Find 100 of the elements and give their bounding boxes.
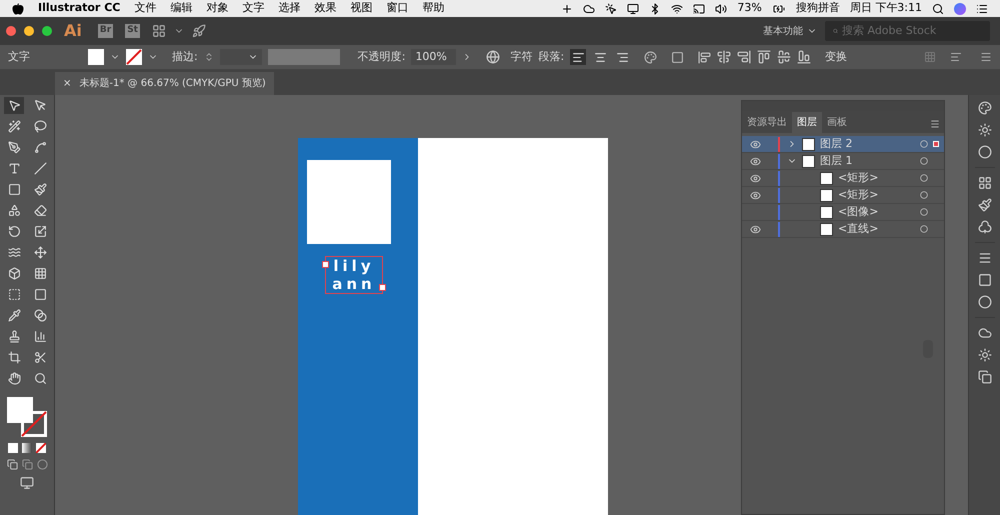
align-icon xyxy=(616,50,629,64)
menu-item[interactable]: 对象 xyxy=(206,0,228,17)
paragraph-link[interactable]: 段落: xyxy=(538,48,564,66)
shapes-icon xyxy=(8,204,20,217)
align-button[interactable] xyxy=(570,49,586,65)
sublayer-row[interactable]: <矩形> xyxy=(742,187,944,204)
menu-item[interactable]: 效果 xyxy=(314,0,336,17)
plus-icon[interactable] xyxy=(561,2,574,14)
bridge-button[interactable]: Br xyxy=(98,24,114,38)
move-icon xyxy=(34,246,46,259)
volume-icon[interactable] xyxy=(715,2,728,14)
stock-button[interactable]: St xyxy=(125,24,140,38)
text-frame[interactable]: lily ann xyxy=(325,256,383,294)
fill-swatch[interactable] xyxy=(88,49,104,65)
selection-label: 文字 xyxy=(8,48,31,65)
eye-icon[interactable] xyxy=(750,172,760,184)
stepper-icon[interactable] xyxy=(204,51,214,63)
panel-tab[interactable]: 图层 xyxy=(792,112,822,133)
target-icon[interactable] xyxy=(920,208,928,216)
app-menu[interactable]: Illustrator CC xyxy=(38,0,120,17)
panel-tab[interactable]: 画板 xyxy=(822,112,852,133)
globe-icon[interactable] xyxy=(486,50,500,64)
handle-icon[interactable] xyxy=(378,284,386,291)
cloud-icon[interactable] xyxy=(583,2,596,14)
align-left-icon[interactable] xyxy=(698,50,712,64)
brushes-icon[interactable] xyxy=(978,198,992,212)
fill-color-swatch[interactable] xyxy=(7,397,33,423)
selection-square[interactable] xyxy=(933,141,939,147)
close-tab-icon[interactable]: × xyxy=(63,76,72,91)
artboards-icon[interactable] xyxy=(978,370,992,384)
layer-row[interactable]: 图层 2 xyxy=(742,136,944,153)
search-icon xyxy=(833,26,838,36)
target-icon[interactable] xyxy=(920,225,928,233)
eye-icon[interactable] xyxy=(750,138,760,150)
align-right-icon[interactable] xyxy=(737,50,752,64)
search-icon[interactable] xyxy=(932,2,944,14)
handle-icon[interactable] xyxy=(322,261,330,268)
eye-icon[interactable] xyxy=(750,190,760,200)
screen-mode-icon[interactable] xyxy=(19,476,35,490)
layer-row[interactable]: 图层 1 xyxy=(742,153,944,170)
mouse-icon[interactable] xyxy=(605,2,618,14)
eye-icon[interactable] xyxy=(750,224,760,234)
menu-item[interactable]: 选择 xyxy=(278,0,300,17)
apple-icon[interactable] xyxy=(12,2,24,14)
shape-icon[interactable] xyxy=(671,50,684,64)
sublayer-row[interactable]: <图像> xyxy=(742,204,944,221)
object-name: <直线> xyxy=(838,220,880,237)
menu-item[interactable]: 文字 xyxy=(242,0,264,17)
color-mode-button[interactable] xyxy=(8,443,18,453)
align-center-icon[interactable] xyxy=(717,50,732,64)
workspace-dropdown[interactable]: 基本功能 xyxy=(763,24,817,38)
type-icon xyxy=(8,162,20,175)
draw-mode-icon[interactable] xyxy=(6,459,18,470)
character-link[interactable]: 字符 xyxy=(510,48,532,66)
document-tab[interactable]: × 未标题-1* @ 66.67% (CMYK/GPU 预览) xyxy=(55,72,274,95)
stroke-weight-field[interactable] xyxy=(220,49,262,65)
text-line: ann xyxy=(332,275,376,293)
display-icon[interactable] xyxy=(627,2,640,14)
input-method[interactable]: 搜狗拼音 xyxy=(796,0,840,17)
appearance-icon[interactable] xyxy=(978,145,992,159)
menu-item[interactable]: 窗口 xyxy=(386,0,408,17)
target-icon[interactable] xyxy=(920,191,928,199)
swatches-icon[interactable] xyxy=(978,176,992,190)
stroke-none-swatch[interactable] xyxy=(126,49,142,65)
panel-tab[interactable]: 资源导出 xyxy=(742,112,792,133)
target-icon[interactable] xyxy=(920,140,928,148)
draw-mode-icon[interactable] xyxy=(22,459,32,470)
brush-definition-field[interactable] xyxy=(268,49,340,65)
rocket-icon[interactable] xyxy=(192,24,206,38)
wifi-icon[interactable] xyxy=(671,2,684,14)
layout-icon[interactable] xyxy=(152,24,166,38)
airplay-icon[interactable] xyxy=(693,2,706,14)
panel-menu-icon[interactable] xyxy=(930,119,940,129)
eye-icon[interactable] xyxy=(750,156,760,166)
menu-item[interactable]: 视图 xyxy=(350,0,372,17)
gradient-mode-button[interactable] xyxy=(22,443,32,453)
object-thumbnail xyxy=(820,222,833,236)
clock[interactable]: 周日 下午3:11 xyxy=(850,0,922,17)
battery-icon[interactable] xyxy=(772,2,786,14)
target-icon[interactable] xyxy=(920,174,928,182)
sublayer-row[interactable]: <矩形> xyxy=(742,170,944,187)
palette-icon[interactable] xyxy=(978,101,992,115)
club-icon[interactable] xyxy=(978,220,992,234)
stock-search-field[interactable]: 搜索 Adobe Stock xyxy=(825,21,990,41)
align-top-icon[interactable] xyxy=(757,50,772,64)
menu-item[interactable]: 编辑 xyxy=(170,0,192,17)
target-icon[interactable] xyxy=(920,157,928,165)
assistant-icon[interactable] xyxy=(954,2,966,14)
sublayer-row[interactable]: <直线> xyxy=(742,221,944,238)
opacity-field[interactable]: 100% xyxy=(411,49,456,65)
align-bottom-icon[interactable] xyxy=(797,50,812,64)
stroke-color-swatch[interactable] xyxy=(21,411,47,437)
menu-icon[interactable] xyxy=(980,51,992,63)
transform-link[interactable]: 变换 xyxy=(825,48,848,66)
align-middle-icon[interactable] xyxy=(777,50,792,64)
none-mode-button[interactable] xyxy=(36,443,46,453)
menu-item[interactable]: 文件 xyxy=(134,0,156,17)
opacity-label: 不透明度: xyxy=(358,48,406,65)
selection-tool[interactable] xyxy=(4,97,24,114)
menu-item[interactable]: 帮助 xyxy=(422,0,444,17)
